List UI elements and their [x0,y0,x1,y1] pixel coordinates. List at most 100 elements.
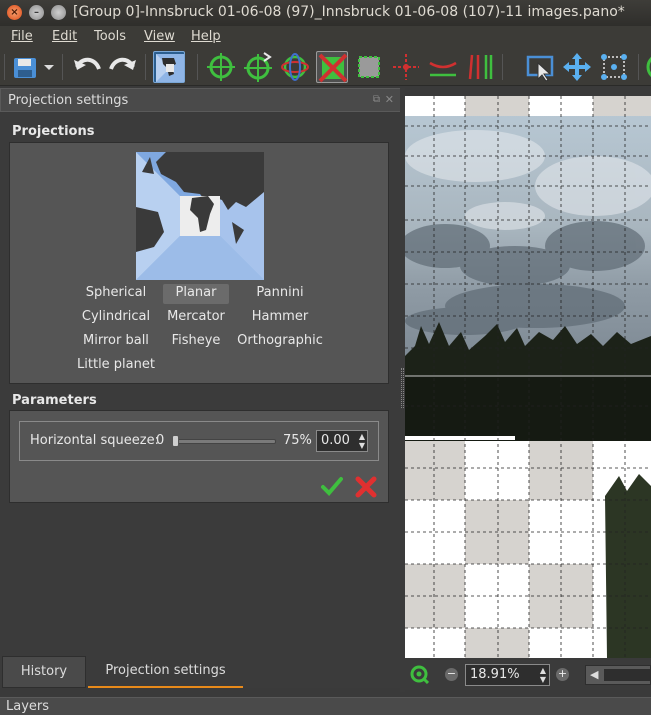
scrollbar-thumb[interactable] [604,669,651,681]
select-button[interactable] [524,51,556,83]
apply-button[interactable] [321,475,343,497]
overflow-button[interactable] [644,51,651,83]
zoom-spinbox[interactable]: 18.91% ▲ ▼ [465,664,550,686]
crop-icon [358,56,380,78]
cancel-button[interactable] [354,475,378,499]
maximize-window-button[interactable] [51,5,66,20]
toolbar-separator [502,54,503,80]
zoom-fit-icon [410,665,430,685]
gyro-button[interactable] [279,51,311,83]
tab-projection-settings[interactable]: Projection settings [88,656,243,688]
control-point-icon [207,53,235,81]
menu-view-label: View [144,29,175,44]
cross-icon [355,476,377,498]
control-point-button[interactable] [205,51,237,83]
menu-tools[interactable]: Tools [94,29,126,44]
zoom-value: 18.91% [470,667,520,682]
title-bar: × – [Group 0]-Innsbruck 01-06-08 (97)_In… [0,0,651,26]
move-icon [563,53,591,81]
save-button[interactable] [10,51,56,83]
menu-help-label: Help [191,29,221,44]
horizontal-scrollbar[interactable]: ◀ [585,665,651,685]
app-window: × – [Group 0]-Innsbruck 01-06-08 (97)_In… [0,0,651,715]
horizontal-squeeze-slider[interactable] [173,439,276,444]
window-title: [Group 0]-Innsbruck 01-06-08 (97)_Innsbr… [73,4,625,20]
horizontal-squeeze-spinbox[interactable]: 0.00 ▲ ▼ [316,430,368,452]
toolbar-separator [62,54,63,80]
panorama-preview-canvas[interactable] [405,96,651,658]
toolbar-separator [197,54,198,80]
dock-float-icon[interactable]: ⧉ [373,94,380,105]
zoom-fit-button[interactable] [409,664,430,685]
projection-option-spherical[interactable]: Spherical [70,284,162,304]
crop-active-icon [318,53,348,83]
menu-edit-label: Edit [52,29,78,44]
minimize-window-button[interactable]: – [29,5,44,20]
move-center-button[interactable] [390,51,422,83]
close-window-button[interactable]: × [7,5,22,20]
crop-button[interactable] [353,51,385,83]
projection-button[interactable] [153,51,185,83]
parameters-group: Horizontal squeeze: 0 75% 0.00 ▲ ▼ [9,410,389,503]
dock-close-icon[interactable]: ✕ [385,93,394,106]
projection-option-cylindrical[interactable]: Cylindrical [70,308,162,328]
points-icon [601,54,627,80]
save-icon [14,58,54,78]
projection-option-mercator[interactable]: Mercator [150,308,242,328]
menu-bar: File Edit Tools View Help [0,26,651,48]
spin-arrows-icon[interactable]: ▲ ▼ [540,666,546,684]
scroll-left-icon[interactable]: ◀ [590,668,598,681]
projection-option-fisheye[interactable]: Fisheye [150,332,242,352]
projections-group: Spherical Planar Pannini Cylindrical Mer… [9,142,389,384]
toolbar-separator [638,54,639,80]
vertical-lines-icon [468,54,493,80]
layers-dock-title: Layers [0,697,651,715]
menu-edit[interactable]: Edit [52,29,77,44]
redo-button[interactable] [107,51,139,83]
tab-history[interactable]: History [2,656,86,688]
projection-option-little-planet[interactable]: Little planet [70,356,162,376]
projection-option-hammer[interactable]: Hammer [234,308,326,328]
move-button[interactable] [561,51,593,83]
menu-tools-label: Tools [94,29,127,44]
parameters-heading: Parameters [12,393,97,408]
projection-preview-image [136,152,264,280]
undo-button[interactable] [71,51,103,83]
redo-icon [109,57,136,70]
projection-option-planar[interactable]: Planar [163,284,229,304]
move-center-icon [393,54,419,80]
control-point-add-button[interactable] [242,51,274,83]
horizon-button[interactable] [427,51,459,83]
horizontal-squeeze-value: 0.00 [321,433,350,448]
horizontal-squeeze-row: Horizontal squeeze: 0 75% 0.00 ▲ ▼ [19,421,379,461]
control-point-add-icon [244,52,272,82]
gyro-icon [281,53,309,81]
spin-arrows-icon[interactable]: ▲ ▼ [359,432,365,450]
zoom-in-icon[interactable]: + [556,668,569,681]
toolbar [0,48,651,86]
toolbar-separator [145,54,146,80]
menu-file[interactable]: File [11,29,33,44]
zoom-out-icon[interactable]: − [445,668,458,681]
menu-help[interactable]: Help [191,29,221,44]
select-icon [526,55,554,82]
dock-title-bar: Projection settings ⧉ ✕ [0,88,401,112]
horizontal-squeeze-slider-handle[interactable] [172,435,179,447]
points-button[interactable] [598,51,630,83]
projection-icon [156,54,184,82]
dock-title: Projection settings [8,93,129,108]
menu-file-label: File [11,29,33,44]
horizontal-squeeze-max: 75% [283,433,312,448]
horizontal-squeeze-label: Horizontal squeeze: [30,433,159,448]
projection-settings-panel: Projections Spherical Planar Pannini Cyl… [0,113,400,656]
projection-option-orthographic[interactable]: Orthographic [234,332,326,352]
crop-active-button[interactable] [316,51,348,83]
toolbar-separator [4,54,5,80]
panorama-preview-image [405,96,651,658]
menu-view[interactable]: View [144,29,175,44]
projection-option-mirror-ball[interactable]: Mirror ball [70,332,162,352]
green-circle-icon [646,56,651,78]
splitter-grip-icon[interactable] [401,368,404,408]
projection-option-pannini[interactable]: Pannini [234,284,326,304]
vertical-lines-button[interactable] [464,51,496,83]
